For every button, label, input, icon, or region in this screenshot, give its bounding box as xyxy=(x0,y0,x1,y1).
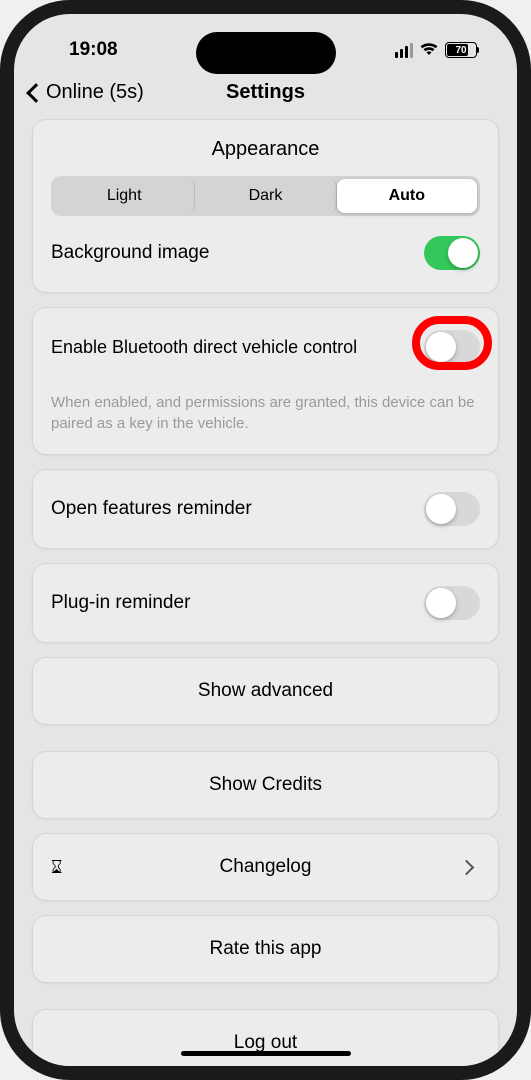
chevron-right-icon xyxy=(459,859,475,875)
appearance-segmented-control[interactable]: Light Dark Auto xyxy=(51,176,480,216)
chevron-left-icon xyxy=(26,83,46,103)
background-image-toggle[interactable] xyxy=(424,236,480,270)
appearance-option-light[interactable]: Light xyxy=(54,179,195,213)
battery-icon: 70 xyxy=(445,42,477,58)
background-image-label: Background image xyxy=(51,242,209,264)
bluetooth-label: Enable Bluetooth direct vehicle control xyxy=(51,337,357,358)
appearance-title: Appearance xyxy=(51,138,480,161)
settings-content: Appearance Light Dark Auto Background im… xyxy=(14,119,517,1080)
bluetooth-section: Enable Bluetooth direct vehicle control … xyxy=(32,307,499,455)
changelog-button[interactable]: ⌛︎ Changelog xyxy=(32,833,499,901)
bluetooth-hint: When enabled, and permissions are grante… xyxy=(51,392,480,434)
back-label: Online (5s) xyxy=(46,81,144,104)
appearance-section: Appearance Light Dark Auto Background im… xyxy=(32,119,499,293)
home-indicator[interactable] xyxy=(181,1051,351,1056)
show-credits-button[interactable]: Show Credits xyxy=(32,751,499,819)
open-features-section: Open features reminder xyxy=(32,469,499,549)
page-title: Settings xyxy=(226,81,305,104)
back-button[interactable]: Online (5s) xyxy=(29,81,144,104)
appearance-option-dark[interactable]: Dark xyxy=(195,179,336,213)
appearance-option-auto[interactable]: Auto xyxy=(337,179,477,213)
open-features-toggle[interactable] xyxy=(424,492,480,526)
show-advanced-button[interactable]: Show advanced xyxy=(32,657,499,725)
plugin-reminder-label: Plug-in reminder xyxy=(51,592,190,614)
plugin-reminder-section: Plug-in reminder xyxy=(32,563,499,643)
wifi-icon xyxy=(419,43,439,57)
cellular-icon xyxy=(395,43,413,58)
open-features-label: Open features reminder xyxy=(51,498,252,520)
phone-frame: 19:08 70 Online (5s) Settings Appearance… xyxy=(0,0,531,1080)
dynamic-island xyxy=(196,32,336,74)
plugin-reminder-toggle[interactable] xyxy=(424,586,480,620)
logout-button[interactable]: Log out xyxy=(32,1009,499,1077)
hourglass-icon: ⌛︎ xyxy=(51,857,62,878)
bluetooth-toggle[interactable] xyxy=(424,330,480,364)
status-time: 19:08 xyxy=(69,39,118,61)
rate-app-button[interactable]: Rate this app xyxy=(32,915,499,983)
nav-bar: Online (5s) Settings xyxy=(14,71,517,119)
